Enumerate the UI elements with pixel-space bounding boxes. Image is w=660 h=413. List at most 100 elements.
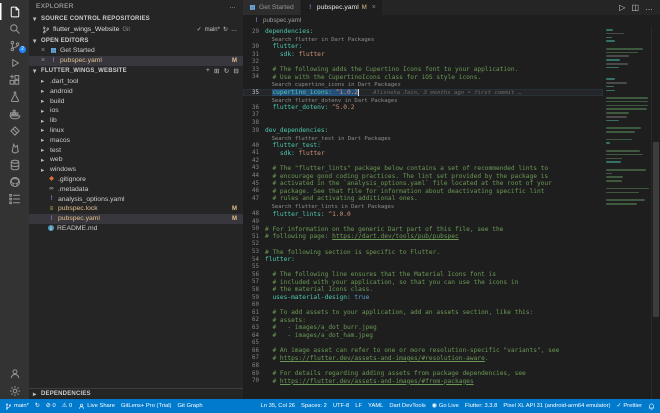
minimap-line xyxy=(606,97,648,99)
codelens-link[interactable]: Search flutter_lints in Dart Packages xyxy=(265,204,395,210)
new-file-icon[interactable]: + xyxy=(206,67,210,75)
collapse-folders-icon[interactable]: ⊟ xyxy=(233,67,239,75)
section-workspace-folder[interactable]: ▾ FLUTTER_WINGS_WEBSITE + ⊞ ↻ ⊟ xyxy=(29,66,243,77)
close-icon[interactable]: × xyxy=(41,47,47,54)
status-label: Pixel XL API 31 (android-arm64 emulator) xyxy=(503,403,611,409)
minimap-line xyxy=(606,199,645,201)
status-notifications[interactable] xyxy=(648,403,655,410)
codelens-link[interactable]: Search cupertino_icons in Dart Packages xyxy=(265,82,401,88)
codelens-link[interactable]: Search flutter_dotenv in Dart Packages xyxy=(265,98,398,104)
explorer-icon[interactable] xyxy=(0,3,29,20)
status-go-live[interactable]: ◉ Go Live xyxy=(432,403,459,409)
status-branch[interactable]: main* xyxy=(5,403,29,410)
account-icon[interactable] xyxy=(0,365,29,382)
scrollbar-thumb[interactable] xyxy=(653,141,659,317)
code-line: 36 flutter_dotenv: ^5.0.2 xyxy=(243,104,603,112)
tree-item--metadata[interactable]: ∞ .metadata xyxy=(29,184,243,194)
status-language[interactable]: YAML xyxy=(368,403,383,409)
more-actions-icon[interactable]: … xyxy=(231,27,237,33)
status-live-share[interactable]: Live Share xyxy=(78,403,115,410)
tree-item-test[interactable]: ▸ test xyxy=(29,145,243,155)
new-folder-icon[interactable]: ⊞ xyxy=(214,67,220,75)
code-line: 65 xyxy=(243,339,603,347)
refresh-explorer-icon[interactable]: ↻ xyxy=(224,67,230,75)
database-icon[interactable] xyxy=(0,156,29,173)
section-open-editors[interactable]: ▾ OPEN EDITORS xyxy=(29,35,243,46)
tree-item-pubspec-yaml[interactable]: ! pubspec.yaml M xyxy=(29,213,243,224)
github-icon[interactable] xyxy=(0,173,29,190)
status-device[interactable]: Pixel XL API 31 (android-arm64 emulator) xyxy=(503,403,610,409)
search-icon[interactable] xyxy=(0,20,29,37)
repo-branch[interactable]: main* xyxy=(205,27,220,33)
tree-item-linux[interactable]: ▸ linux xyxy=(29,126,243,136)
tab-get-started[interactable]: ▤ Get Started xyxy=(243,0,301,15)
status-encoding[interactable]: UTF-8 xyxy=(333,403,349,409)
tree-item-macos[interactable]: ▸ macos xyxy=(29,135,243,145)
run-button[interactable]: ▷ xyxy=(619,3,625,12)
tree-item-android[interactable]: ▸ android xyxy=(29,86,243,96)
status-label: Live Share xyxy=(87,403,115,409)
codelens-link[interactable]: Search flutter in Dart Packages xyxy=(265,37,375,43)
tab-pubspec-yaml[interactable]: ! pubspec.yaml M × xyxy=(300,0,383,15)
section-source-control-repositories[interactable]: ▾ SOURCE CONTROL REPOSITORIES xyxy=(29,13,243,24)
section-dependencies[interactable]: ▸ DEPENDENCIES xyxy=(29,388,243,399)
sync-icon[interactable]: ↻ xyxy=(223,26,228,33)
line-number: 52 xyxy=(252,241,259,248)
repo-row[interactable]: flutter_wings_Website Git ✓ main* ↻ … xyxy=(29,24,243,35)
code-line: 51 # following page: https://dart.dev/too… xyxy=(243,233,603,241)
run-debug-icon[interactable] xyxy=(0,54,29,71)
source-control-icon[interactable]: 2 xyxy=(0,37,29,54)
split-editor-icon[interactable]: ◫ xyxy=(631,3,639,12)
todo-tree-icon[interactable] xyxy=(0,190,29,207)
tree-item--dart-tool[interactable]: ▸ .dart_tool xyxy=(29,77,243,87)
firebase-icon[interactable] xyxy=(0,139,29,156)
close-icon[interactable]: × xyxy=(372,4,376,11)
status-gitlens[interactable]: GitLens+ Pro (Trial) xyxy=(121,403,172,409)
minimap[interactable] xyxy=(603,26,651,399)
tree-item-windows[interactable]: ▸ windows xyxy=(29,165,243,175)
tree-item-label: android xyxy=(50,87,73,95)
settings-icon[interactable] xyxy=(0,382,29,399)
status-warnings[interactable]: ⚠ 0 xyxy=(62,403,72,409)
open-editor-get-started[interactable]: × ▤ Get Started xyxy=(29,46,243,56)
code-line: 63 # - images/a_dot_burr.jpeg xyxy=(243,324,603,332)
chevron-down-icon: ▾ xyxy=(33,15,37,23)
tree-item-label: .dart_tool xyxy=(50,77,79,85)
docker-icon[interactable] xyxy=(0,105,29,122)
status-label: Flutter: 3.3.8 xyxy=(464,403,498,409)
tree-item-web[interactable]: ▸ web xyxy=(29,155,243,165)
tree-item-ios[interactable]: ▸ ios xyxy=(29,106,243,116)
status-git-graph[interactable]: Git Graph xyxy=(177,403,202,409)
lock-file-icon: ≡ xyxy=(49,205,54,212)
open-editor-pubspec-yaml[interactable]: ×! pubspec.yaml M xyxy=(29,55,243,66)
code-line: 68 xyxy=(243,362,603,370)
tree-item-pubspec-lock[interactable]: ≡ pubspec.lock M xyxy=(29,204,243,214)
status-errors[interactable]: ⊘ 0 xyxy=(46,403,56,409)
close-icon[interactable]: × xyxy=(41,57,47,64)
status-prettier[interactable]: ✓ Prettier xyxy=(616,403,642,409)
explorer-more-actions-icon[interactable]: … xyxy=(229,3,236,10)
editor-scrollbar[interactable] xyxy=(651,26,660,399)
tree-item-readme-md[interactable]: i README.md xyxy=(29,224,243,234)
extensions-icon[interactable] xyxy=(0,71,29,88)
status-cursor-position[interactable]: Ln 35, Col 26 xyxy=(261,403,295,409)
code-editor[interactable]: 29 dependencies: Search flutter in Dart P… xyxy=(243,26,603,399)
dart-icon[interactable] xyxy=(0,122,29,139)
status-flutter-version[interactable]: Flutter: 3.3.8 xyxy=(465,403,498,409)
tree-item-analysis-options-yaml[interactable]: ! analysis_options.yaml xyxy=(29,194,243,204)
breadcrumb[interactable]: ! pubspec.yaml xyxy=(243,15,660,26)
more-actions-icon[interactable]: … xyxy=(645,3,653,12)
codelens-link[interactable]: Search flutter_test in Dart Packages xyxy=(265,136,391,142)
line-content: Search flutter_lints in Dart Packages xyxy=(265,203,395,210)
status-eol[interactable]: LF xyxy=(355,403,362,409)
status-sync[interactable]: ↻ xyxy=(35,403,40,409)
status-dart-devtools[interactable]: Dart DevTools xyxy=(389,403,425,409)
minimap-line xyxy=(606,47,644,50)
tree-item--gitignore[interactable]: ◆ .gitignore xyxy=(29,175,243,185)
testing-icon[interactable] xyxy=(0,88,29,105)
code-line: 43 # The "flutter_lints" package below c… xyxy=(243,165,603,173)
tree-item-lib[interactable]: ▸ lib xyxy=(29,116,243,126)
status-indentation[interactable]: Spaces: 2 xyxy=(301,403,327,409)
minimap-line xyxy=(606,55,629,58)
tree-item-build[interactable]: ▸ build xyxy=(29,96,243,106)
